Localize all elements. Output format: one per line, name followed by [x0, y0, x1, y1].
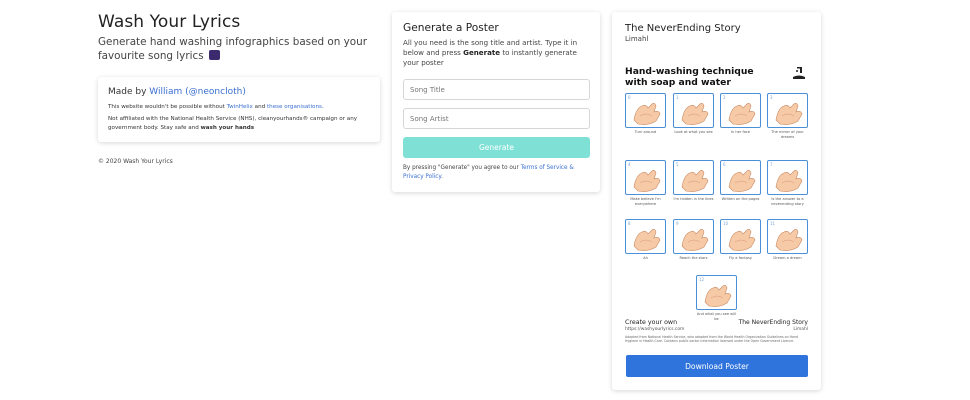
generate-button[interactable]: Generate: [403, 137, 590, 158]
step-caption: Look at what you see: [674, 130, 713, 134]
poster-fine-print: Adapted from National Health Service, wh…: [625, 335, 799, 344]
generator-description: All you need is the song title and artis…: [403, 38, 589, 68]
step-illustration: 6: [720, 160, 761, 195]
poster-footer-left: Create your own https://washyourlyrics.c…: [625, 319, 684, 332]
step-illustration: 4: [625, 160, 666, 195]
disclaimer-bold: wash your hands: [200, 125, 255, 131]
step-illustration: 10: [720, 219, 761, 254]
step-caption: Turn around: [634, 130, 657, 134]
generator-card: Generate a Poster All you need is the so…: [392, 12, 600, 192]
song-artist-input[interactable]: [403, 108, 590, 129]
site-subtitle: Generate hand washing infographics based…: [98, 35, 382, 63]
poster-footer-artist: Limahl: [793, 327, 808, 332]
step-caption: Fly a fantasy: [728, 256, 753, 260]
thanks-prefix: This website wouldn't be possible withou…: [108, 104, 227, 110]
handwash-step: 8 Ah: [625, 219, 666, 261]
step-illustration: 2: [720, 93, 761, 128]
credits-card: Made by William (@neoncloth) This websit…: [98, 77, 380, 142]
song-title-input[interactable]: [403, 79, 590, 100]
poster-footer-title: The NeverEnding Story: [738, 319, 808, 326]
step-illustration: 11: [767, 219, 808, 254]
handwash-step: 11 Dream a dream: [767, 219, 808, 261]
step-illustration: 7: [767, 160, 808, 195]
step-caption: I'm hidden in the lines: [673, 197, 714, 201]
step-caption: Reach the stars: [679, 256, 708, 260]
soap-dispenser-icon: [793, 67, 805, 79]
site-subtitle-text: Generate hand washing infographics based…: [98, 36, 367, 62]
step-caption: Make believe I'm everywhere: [630, 197, 661, 206]
handwash-step: 7 Is the answer to a neverending story: [767, 160, 808, 206]
terms-text: By pressing "Generate" you agree to our …: [403, 164, 589, 182]
handwash-step: 2 In her face: [720, 93, 761, 135]
step-illustration: 12: [696, 275, 737, 310]
copyright: © 2020 Wash Your Lyrics: [98, 158, 173, 165]
disclaimer-text: Not affiliated with the National Health …: [108, 115, 370, 133]
poster-artist: Limahl: [625, 35, 649, 43]
site-title: Wash Your Lyrics: [98, 12, 241, 32]
poster-footer-right: The NeverEnding Story Limahl: [739, 319, 808, 332]
desc-bold: Generate: [463, 48, 501, 57]
author-handle-link[interactable]: (@neoncloth): [185, 87, 246, 97]
made-by-line: Made by William (@neoncloth): [108, 87, 370, 97]
made-by-prefix: Made by: [108, 87, 150, 97]
step-illustration: 8: [625, 219, 666, 254]
download-poster-button[interactable]: Download Poster: [626, 355, 808, 377]
step-illustration: 5: [673, 160, 714, 195]
step-illustration: 0: [625, 93, 666, 128]
step-caption: Is the answer to a neverending story: [771, 197, 804, 206]
step-illustration: 9: [673, 219, 714, 254]
step-caption: Written on the pages: [721, 197, 760, 201]
step-illustration: 1: [673, 93, 714, 128]
handwash-step: 3 The mirror of your dreams: [767, 93, 808, 139]
organisations-link[interactable]: these organisations: [267, 104, 322, 110]
handwash-step: 10 Fly a fantasy: [720, 219, 761, 261]
poster-song-title: The NeverEnding Story: [625, 23, 741, 34]
handwash-step: 6 Written on the pages: [720, 160, 761, 202]
handwash-step: 0 Turn around: [625, 93, 666, 135]
poster-preview: The NeverEnding Story Limahl Hand-washin…: [612, 12, 821, 390]
handwash-step: 1 Look at what you see: [673, 93, 714, 135]
step-caption: In her face: [730, 130, 751, 134]
handwash-step: 4 Make believe I'm everywhere: [625, 160, 666, 206]
step-caption: Ah: [643, 256, 648, 260]
music-emoji-icon: [208, 50, 220, 60]
thanks-and: and: [252, 104, 267, 110]
handwash-step: 5 I'm hidden in the lines: [673, 160, 714, 202]
create-own-text: Create your own: [625, 319, 678, 326]
terms-before: By pressing "Generate" you agree to our: [403, 165, 521, 171]
step-caption: Dream a dream: [773, 256, 802, 260]
step-caption: And what you see will be: [696, 312, 737, 321]
twinhelix-link[interactable]: TwinHelix: [227, 104, 253, 110]
thanks-text: This website wouldn't be possible withou…: [108, 103, 370, 112]
handwash-step: 9 Reach the stars: [673, 219, 714, 261]
handwash-step: 12 And what you see will be: [696, 275, 737, 321]
step-illustration: 3: [767, 93, 808, 128]
terms-after: .: [440, 174, 443, 180]
poster-heading: Hand-washing technique with soap and wat…: [625, 66, 754, 88]
author-link[interactable]: William: [149, 87, 182, 97]
generator-heading: Generate a Poster: [403, 22, 499, 34]
intro-column: Wash Your Lyrics Generate hand washing i…: [98, 12, 382, 165]
thanks-suffix: .: [321, 104, 324, 110]
step-caption: The mirror of your dreams: [771, 130, 804, 139]
site-url: https://washyourlyrics.com: [625, 327, 685, 332]
